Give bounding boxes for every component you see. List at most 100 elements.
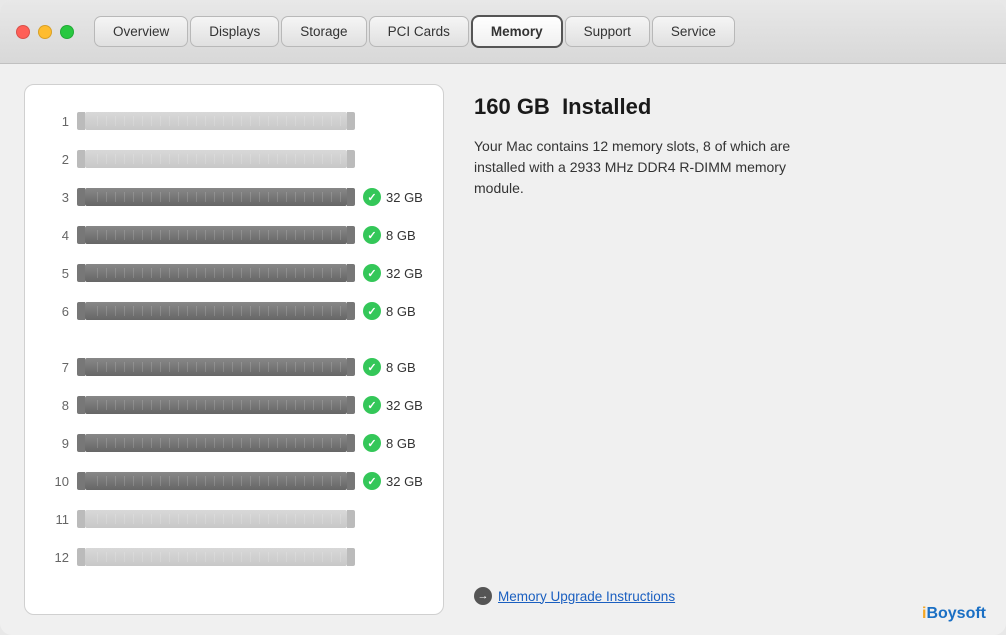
memory-slots-panel: 1 2 xyxy=(24,84,444,615)
upgrade-link-container[interactable]: Memory Upgrade Instructions xyxy=(474,567,982,605)
slot-notch-left-6 xyxy=(77,302,85,320)
slot-chips-6 xyxy=(89,306,343,316)
slot-status-7: 8 GB xyxy=(363,358,423,376)
slot-row-1: 1 xyxy=(45,105,423,137)
slot-bar-6 xyxy=(77,301,355,321)
slot-number-5: 5 xyxy=(45,266,69,281)
slot-number-6: 6 xyxy=(45,304,69,319)
slot-bar-7 xyxy=(77,357,355,377)
minimize-button[interactable] xyxy=(38,25,52,39)
slot-chips-2 xyxy=(89,154,343,164)
slot-size-9: 8 GB xyxy=(386,436,416,451)
slot-size-8: 32 GB xyxy=(386,398,423,413)
slot-chips-12 xyxy=(89,552,343,562)
slot-body-4 xyxy=(85,226,347,244)
slot-bar-12 xyxy=(77,547,355,567)
slot-size-4: 8 GB xyxy=(386,228,416,243)
slot-bar-5 xyxy=(77,263,355,283)
tab-pci-cards[interactable]: PCI Cards xyxy=(369,16,469,47)
slot-bar-1 xyxy=(77,111,355,131)
slot-body-1 xyxy=(85,112,347,130)
slot-notch-left-10 xyxy=(77,472,85,490)
slot-notch-right-11 xyxy=(347,510,355,528)
slot-body-5 xyxy=(85,264,347,282)
tab-support[interactable]: Support xyxy=(565,16,650,47)
slot-number-8: 8 xyxy=(45,398,69,413)
close-button[interactable] xyxy=(16,25,30,39)
check-icon-4 xyxy=(363,226,381,244)
slot-notch-right-2 xyxy=(347,150,355,168)
traffic-lights xyxy=(16,25,74,39)
slot-notch-right-5 xyxy=(347,264,355,282)
check-icon-5 xyxy=(363,264,381,282)
slot-notch-left-3 xyxy=(77,188,85,206)
slot-notch-right-7 xyxy=(347,358,355,376)
slot-notch-right-1 xyxy=(347,112,355,130)
memory-installed-label: Installed xyxy=(562,94,651,119)
slot-number-10: 10 xyxy=(45,474,69,489)
slot-size-7: 8 GB xyxy=(386,360,416,375)
titlebar: Overview Displays Storage PCI Cards Memo… xyxy=(0,0,1006,64)
check-icon-10 xyxy=(363,472,381,490)
slot-notch-right-10 xyxy=(347,472,355,490)
main-content: 1 2 xyxy=(0,64,1006,635)
maximize-button[interactable] xyxy=(60,25,74,39)
slot-bar-3 xyxy=(77,187,355,207)
slot-status-5: 32 GB xyxy=(363,264,423,282)
slot-notch-left-4 xyxy=(77,226,85,244)
slot-number-12: 12 xyxy=(45,550,69,565)
slot-row-3: 3 32 GB xyxy=(45,181,423,213)
memory-description: Your Mac contains 12 memory slots, 8 of … xyxy=(474,136,814,199)
slot-notch-right-6 xyxy=(347,302,355,320)
slot-bar-2 xyxy=(77,149,355,169)
slot-row-6: 6 8 GB xyxy=(45,295,423,327)
slot-notch-left-8 xyxy=(77,396,85,414)
slot-size-10: 32 GB xyxy=(386,474,423,489)
slot-notch-left-12 xyxy=(77,548,85,566)
slot-notch-left-9 xyxy=(77,434,85,452)
slot-bar-9 xyxy=(77,433,355,453)
slot-bar-4 xyxy=(77,225,355,245)
slot-status-4: 8 GB xyxy=(363,226,423,244)
iboysoft-watermark: iBoysoft xyxy=(922,605,986,623)
slot-body-10 xyxy=(85,472,347,490)
tab-storage[interactable]: Storage xyxy=(281,16,366,47)
slot-notch-right-4 xyxy=(347,226,355,244)
slot-chips-1 xyxy=(89,116,343,126)
slot-bar-10 xyxy=(77,471,355,491)
slot-notch-left-11 xyxy=(77,510,85,528)
tab-overview[interactable]: Overview xyxy=(94,16,188,47)
slot-bar-8 xyxy=(77,395,355,415)
upgrade-link-text[interactable]: Memory Upgrade Instructions xyxy=(498,589,675,604)
slot-row-11: 11 xyxy=(45,503,423,535)
slot-status-10: 32 GB xyxy=(363,472,423,490)
check-icon-3 xyxy=(363,188,381,206)
slot-chips-10 xyxy=(89,476,343,486)
slot-separator xyxy=(45,333,423,351)
slot-body-9 xyxy=(85,434,347,452)
slot-row-8: 8 32 GB xyxy=(45,389,423,421)
slot-row-4: 4 8 GB xyxy=(45,219,423,251)
slot-bar-11 xyxy=(77,509,355,529)
slot-body-6 xyxy=(85,302,347,320)
slot-notch-right-9 xyxy=(347,434,355,452)
tab-bar: Overview Displays Storage PCI Cards Memo… xyxy=(94,15,735,48)
slot-number-1: 1 xyxy=(45,114,69,129)
slot-number-2: 2 xyxy=(45,152,69,167)
slot-status-9: 8 GB xyxy=(363,434,423,452)
slot-chips-4 xyxy=(89,230,343,240)
slot-body-2 xyxy=(85,150,347,168)
slot-notch-left-7 xyxy=(77,358,85,376)
upgrade-link-icon xyxy=(474,587,492,605)
slot-body-3 xyxy=(85,188,347,206)
slot-notch-right-8 xyxy=(347,396,355,414)
check-icon-9 xyxy=(363,434,381,452)
tab-displays[interactable]: Displays xyxy=(190,16,279,47)
slot-number-4: 4 xyxy=(45,228,69,243)
slot-body-7 xyxy=(85,358,347,376)
tab-service[interactable]: Service xyxy=(652,16,735,47)
slot-notch-left-2 xyxy=(77,150,85,168)
slot-number-9: 9 xyxy=(45,436,69,451)
slot-notch-right-3 xyxy=(347,188,355,206)
tab-memory[interactable]: Memory xyxy=(471,15,563,48)
